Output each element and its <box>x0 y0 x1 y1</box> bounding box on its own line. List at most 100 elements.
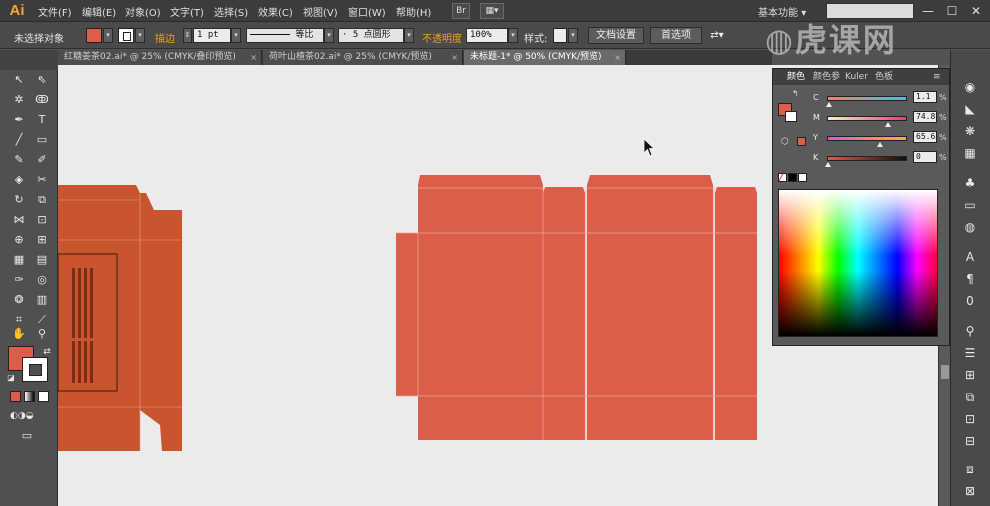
slider-thumb-m[interactable] <box>884 122 891 127</box>
stroke-link[interactable]: 描边 <box>155 30 175 45</box>
panel-options-button[interactable]: ⇄▾ <box>706 27 728 44</box>
brush-definition-field[interactable]: · 5 点圆形 <box>338 28 404 43</box>
screen-mode-icon[interactable]: ▭ <box>18 428 36 444</box>
toolbar-grip[interactable] <box>0 50 58 70</box>
close-icon[interactable]: × <box>614 50 621 65</box>
selection-tool-icon[interactable]: ↖ <box>10 72 28 88</box>
opacity-dropdown[interactable]: ▾ <box>508 28 518 43</box>
fill-dropdown[interactable]: ▾ <box>103 28 113 43</box>
stroke-weight-stepper[interactable]: ⇕ <box>183 28 192 43</box>
gradient-mode-icon[interactable] <box>24 391 35 402</box>
menu-edit[interactable]: 编辑(E) <box>82 4 116 19</box>
in-gamut-swatch[interactable] <box>797 137 806 146</box>
preferences-button[interactable]: 首选项 <box>650 27 702 44</box>
graphic-style-swatch[interactable] <box>553 28 567 43</box>
tab-kuler[interactable]: Kuler <box>845 71 868 84</box>
menu-effect[interactable]: 效果(C) <box>258 4 293 19</box>
pathfinder-icon[interactable]: ⧉ <box>960 388 980 406</box>
workspace-switcher[interactable]: 基本功能 ▾ <box>758 4 806 19</box>
channel-slider-k[interactable] <box>825 156 907 167</box>
transparency-icon[interactable]: ◍ <box>960 218 980 236</box>
blend-tool-icon[interactable]: ◎ <box>33 272 51 288</box>
close-button[interactable]: ✕ <box>968 3 984 19</box>
brush-dropdown[interactable]: ▾ <box>404 28 414 43</box>
none-mode-icon[interactable] <box>38 391 49 402</box>
color-panel-icon[interactable]: ◉ <box>960 78 980 96</box>
magic-wand-tool-icon[interactable]: ✲ <box>10 92 28 108</box>
arrange-documents-button[interactable]: ▦▾ <box>480 3 504 19</box>
stroke-profile-field[interactable]: 等比 <box>246 28 324 43</box>
channel-slider-m[interactable] <box>827 116 907 127</box>
zoom-tool-icon[interactable]: ⚲ <box>33 326 51 342</box>
toolbar-stroke-swatch[interactable] <box>22 357 48 382</box>
tab-color[interactable]: 颜色 <box>787 71 805 84</box>
menu-file[interactable]: 文件(F) <box>38 4 72 19</box>
color-guide-icon[interactable]: ◣ <box>960 100 980 118</box>
tab-document-3[interactable]: 未标题-1* @ 50% (CMYK/预览) × <box>464 50 626 65</box>
layers-icon[interactable]: ⊡ <box>960 410 980 428</box>
symbol-sprayer-tool-icon[interactable]: ❂ <box>10 292 28 308</box>
close-icon[interactable]: × <box>250 50 257 65</box>
channel-value-c[interactable]: 1.1 <box>913 91 937 103</box>
slider-thumb-y[interactable] <box>877 142 884 147</box>
swap-fill-stroke-icon[interactable]: ⇄ <box>38 344 56 360</box>
scrollbar-thumb[interactable] <box>941 365 949 379</box>
maximize-button[interactable]: ☐ <box>944 3 960 19</box>
color-panel-stroke-swatch[interactable] <box>785 111 797 122</box>
document-setup-button[interactable]: 文档设置 <box>588 27 644 44</box>
color-mode-icon[interactable] <box>10 391 21 402</box>
channel-value-m[interactable]: 74.82 <box>913 111 937 123</box>
transform-icon[interactable]: ⊞ <box>960 366 980 384</box>
tab-color-guide[interactable]: 颜色参 <box>813 71 840 84</box>
none-swatch[interactable]: ╱ <box>778 172 787 182</box>
panel-menu-icon[interactable]: ≡ <box>933 71 941 84</box>
stroke-weight-dropdown[interactable]: ▾ <box>231 28 241 43</box>
stroke-color-swatch[interactable] <box>118 28 134 43</box>
width-tool-icon[interactable]: ⋈ <box>10 212 28 228</box>
scale-tool-icon[interactable]: ⧉ <box>33 192 51 208</box>
lasso-tool-icon[interactable]: ↂ <box>33 92 51 108</box>
menu-object[interactable]: 对象(O) <box>125 4 161 19</box>
rotate-tool-icon[interactable]: ↻ <box>10 192 28 208</box>
slider-thumb-c[interactable] <box>825 102 832 107</box>
character-icon[interactable]: A <box>960 248 980 266</box>
opentype-icon[interactable]: 0 <box>960 292 980 310</box>
swap-colors-icon[interactable]: ↰ <box>792 89 799 98</box>
tab-swatches[interactable]: 色板 <box>875 71 893 84</box>
eyedropper-tool-icon[interactable]: ✑ <box>10 272 28 288</box>
close-icon[interactable]: × <box>451 50 458 65</box>
menu-select[interactable]: 选择(S) <box>214 4 248 19</box>
pencil-tool-icon[interactable]: ✐ <box>33 152 51 168</box>
shape-builder-tool-icon[interactable]: ⊕ <box>10 232 28 248</box>
direct-selection-tool-icon[interactable]: ⇖ <box>33 72 51 88</box>
paragraph-icon[interactable]: ¶ <box>960 270 980 288</box>
rectangle-tool-icon[interactable]: ▭ <box>33 132 51 148</box>
blob-brush-tool-icon[interactable]: ◈ <box>10 172 28 188</box>
help-search-input[interactable] <box>826 3 914 19</box>
channel-slider-c[interactable] <box>825 96 907 107</box>
perspective-grid-tool-icon[interactable]: ⊞ <box>33 232 51 248</box>
opacity-field[interactable]: 100% <box>466 28 508 43</box>
menu-view[interactable]: 视图(V) <box>303 4 338 19</box>
channel-value-y[interactable]: 65.63 <box>913 131 937 143</box>
white-swatch[interactable] <box>798 173 807 182</box>
menu-window[interactable]: 窗口(W) <box>348 4 386 19</box>
type-tool-icon[interactable]: T <box>33 112 51 128</box>
graphic-style-dropdown[interactable]: ▾ <box>568 28 578 43</box>
free-transform-tool-icon[interactable]: ⊡ <box>33 212 51 228</box>
menu-type[interactable]: 文字(T) <box>170 4 204 19</box>
slider-thumb-k[interactable] <box>825 162 831 167</box>
kuler-icon[interactable]: ❋ <box>960 122 980 140</box>
artboards-icon[interactable]: ⊟ <box>960 432 980 450</box>
black-swatch[interactable] <box>788 173 797 182</box>
menu-help[interactable]: 帮助(H) <box>396 4 431 19</box>
stroke-profile-dropdown[interactable]: ▾ <box>324 28 334 43</box>
appearance-icon[interactable]: ⚲ <box>960 322 980 340</box>
align-icon[interactable]: ☰ <box>960 344 980 362</box>
hand-tool-icon[interactable]: ✋ <box>10 326 28 342</box>
color-spectrum-picker[interactable] <box>778 189 938 337</box>
stroke-dropdown[interactable]: ▾ <box>135 28 145 43</box>
column-graph-tool-icon[interactable]: ▥ <box>33 292 51 308</box>
eraser-tool-icon[interactable]: ✂ <box>33 172 51 188</box>
symbols-icon[interactable]: ♣ <box>960 174 980 192</box>
